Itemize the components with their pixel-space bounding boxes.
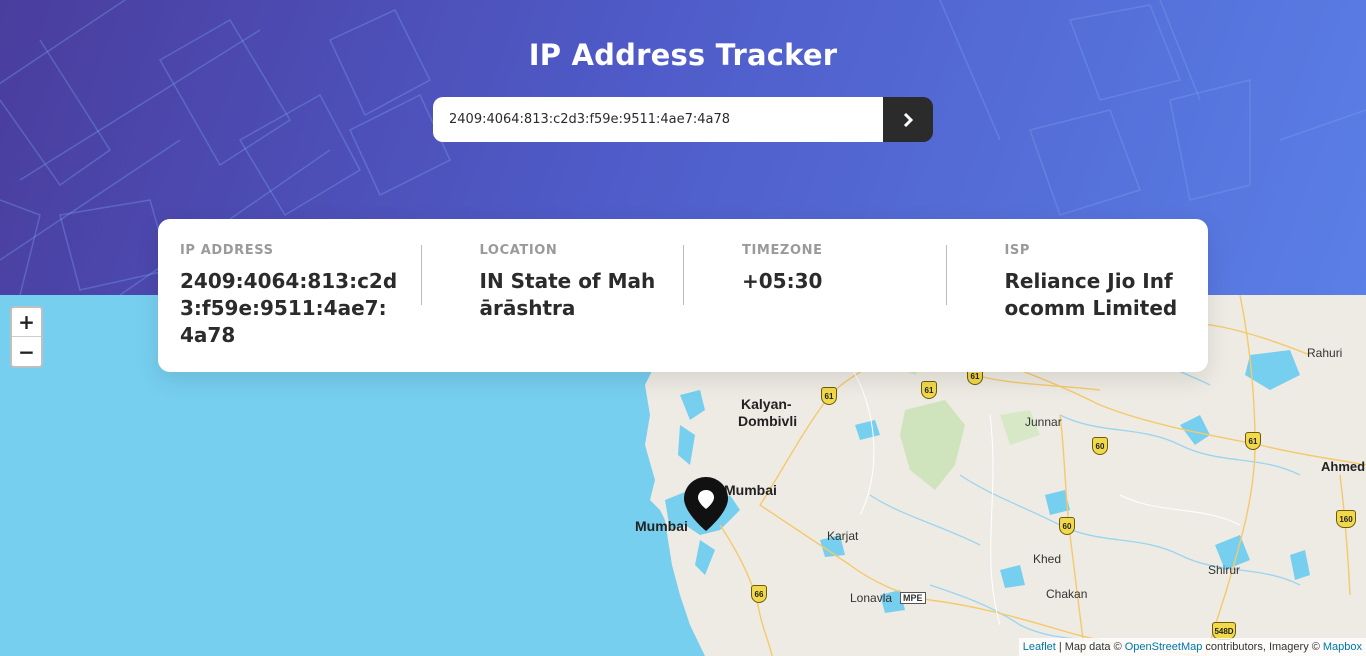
zoom-control: + − — [10, 306, 43, 368]
place-karjat: Karjat — [827, 529, 859, 543]
ip-search-input[interactable] — [433, 97, 883, 142]
place-lonavla: Lonavla — [850, 591, 893, 605]
road-shield: 160 — [1336, 510, 1356, 528]
chevron-right-icon — [903, 112, 913, 127]
ip-address-value: 2409:4064:813:c2d3:f59e:9511:4ae7:4a78 — [180, 269, 398, 347]
place-rahuri: Rahuri — [1307, 346, 1343, 360]
ip-search-form — [433, 97, 933, 142]
attribution-separator: | — [1058, 641, 1062, 653]
place-shirur: Shirur — [1208, 563, 1241, 577]
isp-section: ISP Reliance Jio Infocomm Limited — [945, 243, 1209, 372]
zoom-in-button[interactable]: + — [12, 308, 41, 337]
map-attribution: Leaflet | Map data © OpenStreetMap contr… — [1018, 638, 1366, 656]
timezone-value: +05:30 — [742, 269, 823, 293]
ip-address-section: IP ADDRESS 2409:4064:813:c2d3:f59e:9511:… — [158, 243, 421, 372]
road-shield: 66 — [751, 585, 767, 603]
isp-label: ISP — [1004, 243, 1031, 258]
leaflet-link[interactable]: Leaflet — [1023, 641, 1056, 653]
road-shield: 60 — [1059, 517, 1075, 535]
search-submit-button[interactable] — [883, 97, 933, 142]
timezone-label: TIMEZONE — [742, 243, 823, 258]
road-shield: 61 — [921, 381, 937, 399]
mpe-label: MPE — [900, 592, 926, 604]
road-shield: 60 — [1092, 437, 1108, 455]
place-kalyan: Kalyan- — [741, 396, 792, 412]
place-ahmednagar: Ahmed — [1321, 459, 1366, 474]
openstreetmap-link[interactable]: OpenStreetMap — [1125, 641, 1203, 653]
place-khed: Khed — [1033, 552, 1062, 566]
location-value: IN State of Mahārāshtra — [479, 269, 656, 320]
place-junnar: Junnar — [1025, 415, 1062, 429]
attribution-contributors: contributors, Imagery © — [1205, 641, 1320, 653]
road-shield: 61 — [821, 387, 837, 405]
location-pin-icon[interactable] — [683, 476, 729, 532]
timezone-section: TIMEZONE +05:30 — [683, 243, 946, 372]
ip-address-label: IP ADDRESS — [180, 243, 274, 258]
location-section: LOCATION IN State of Mahārāshtra — [420, 243, 684, 372]
zoom-out-button[interactable]: − — [12, 337, 41, 366]
attribution-map-data: Map data © — [1064, 641, 1122, 653]
place-chakan: Chakan — [1046, 587, 1088, 601]
place-navi-mumbai: Mumbai — [724, 482, 777, 498]
mapbox-link[interactable]: Mapbox — [1323, 641, 1362, 653]
isp-value: Reliance Jio Infocomm Limited — [1004, 269, 1178, 320]
location-label: LOCATION — [479, 243, 558, 258]
road-shield: 61 — [1245, 432, 1261, 450]
page-title: IP Address Tracker — [528, 38, 838, 72]
place-mumbai: Mumbai — [635, 518, 688, 534]
place-dombivli: Dombivli — [738, 413, 798, 429]
ip-info-card: IP ADDRESS 2409:4064:813:c2d3:f59e:9511:… — [158, 219, 1208, 372]
